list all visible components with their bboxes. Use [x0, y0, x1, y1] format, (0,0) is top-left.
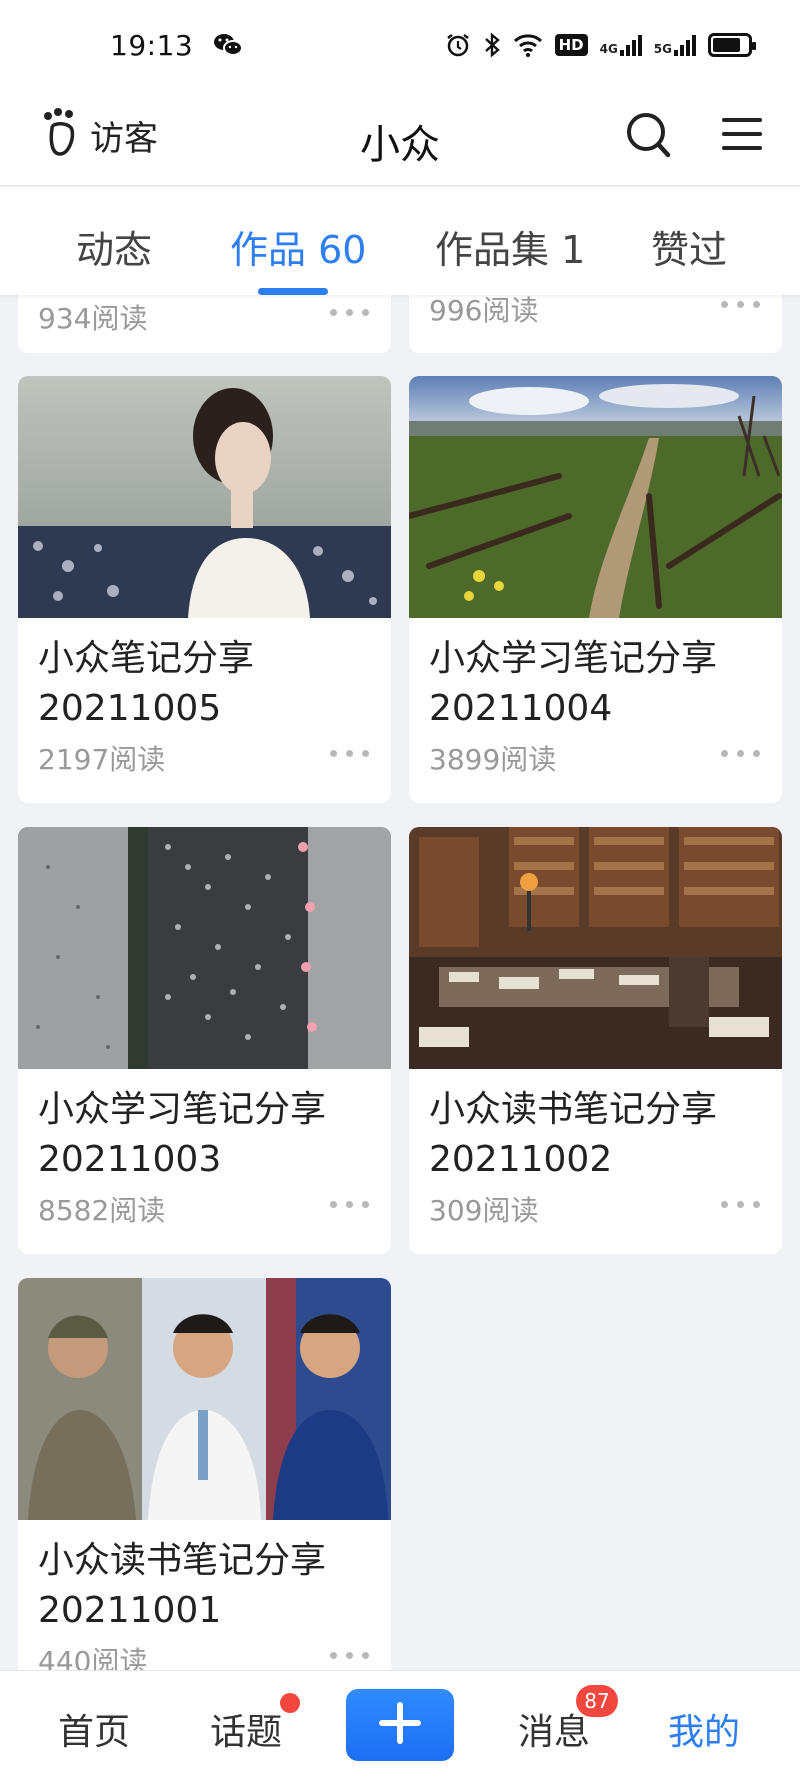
read-count: 8582阅读: [38, 1194, 166, 1227]
work-title: 小众学习笔记分享 20211004: [429, 638, 718, 729]
read-count: 440阅读: [38, 1645, 148, 1670]
work-card[interactable]: 934阅读: [18, 295, 391, 353]
bottom-navigation: 首页 话题 消息 87 我的: [0, 1670, 800, 1778]
work-thumbnail: [409, 376, 782, 618]
work-card[interactable]: 小众学习笔记分享 20211004 3899阅读: [409, 376, 782, 803]
work-title: 小众笔记分享 20211005: [38, 638, 255, 729]
work-title: 小众读书笔记分享 20211002: [429, 1089, 718, 1180]
profile-tabs: 动态 作品 60 作品集 1 赞过: [0, 187, 800, 295]
signal-5g-icon: 5G: [653, 34, 696, 56]
alarm-icon: [445, 32, 471, 58]
nav-topics[interactable]: 话题: [210, 1703, 282, 1755]
works-grid: 934阅读 996阅读 小众笔记分享 20211005 2197阅读 小众学习笔…: [0, 295, 800, 1670]
tab-liked[interactable]: 赞过: [651, 219, 727, 274]
wechat-icon: [213, 32, 244, 58]
wifi-icon: [513, 33, 543, 57]
status-icons: HD 4G 5G: [445, 32, 756, 58]
read-count: 934阅读: [38, 302, 148, 335]
search-icon[interactable]: [624, 108, 674, 164]
battery-icon: [708, 33, 756, 57]
more-options-icon[interactable]: [330, 309, 369, 316]
plus-icon: [378, 1701, 422, 1749]
work-card[interactable]: 小众笔记分享 20211005 2197阅读: [18, 376, 391, 803]
more-options-icon[interactable]: [330, 1201, 369, 1208]
topics-notification-dot: [280, 1693, 300, 1713]
app-screen: 19:13 HD 4G 5G 访客 小众 动态 作品 60 作品集 1 赞过 9…: [0, 0, 800, 1778]
work-thumbnail: [18, 1278, 391, 1520]
more-options-icon[interactable]: [330, 750, 369, 757]
tab-works[interactable]: 作品 60: [230, 219, 366, 274]
read-count: 3899阅读: [429, 743, 557, 776]
more-options-icon[interactable]: [330, 1652, 369, 1659]
messages-badge: 87: [576, 1685, 618, 1717]
work-thumbnail: [18, 376, 391, 618]
work-card[interactable]: 996阅读: [409, 295, 782, 353]
work-card[interactable]: 小众读书笔记分享 20211001 440阅读: [18, 1278, 391, 1670]
work-title: 小众学习笔记分享 20211003: [38, 1089, 327, 1180]
more-options-icon[interactable]: [721, 750, 760, 757]
work-card[interactable]: 小众学习笔记分享 20211003 8582阅读: [18, 827, 391, 1254]
nav-home[interactable]: 首页: [58, 1703, 130, 1755]
top-header: 访客 小众: [0, 90, 800, 186]
signal-4g-icon: 4G: [599, 34, 642, 56]
work-thumbnail: [18, 827, 391, 1069]
active-tab-indicator: [258, 288, 328, 295]
tab-activity[interactable]: 动态: [76, 219, 152, 274]
work-card[interactable]: 小众读书笔记分享 20211002 309阅读: [409, 827, 782, 1254]
status-bar: 19:13 HD 4G 5G: [0, 0, 800, 90]
work-thumbnail: [409, 827, 782, 1069]
net-type-label: 5G: [653, 41, 672, 56]
more-options-icon[interactable]: [721, 1201, 760, 1208]
read-count: 2197阅读: [38, 743, 166, 776]
read-count: 996阅读: [429, 295, 539, 327]
page-title: 小众: [360, 122, 440, 168]
nav-me[interactable]: 我的: [668, 1703, 740, 1755]
status-time: 19:13: [110, 28, 194, 62]
work-title: 小众读书笔记分享 20211001: [38, 1540, 327, 1631]
tab-collections[interactable]: 作品集 1: [435, 219, 585, 274]
net-type-label: 4G: [599, 41, 618, 56]
bluetooth-icon: [483, 32, 501, 58]
more-options-icon[interactable]: [721, 301, 760, 308]
menu-icon[interactable]: [720, 112, 764, 156]
compose-button[interactable]: [346, 1689, 454, 1761]
hd-voice-icon: HD: [554, 34, 588, 56]
read-count: 309阅读: [429, 1194, 539, 1227]
